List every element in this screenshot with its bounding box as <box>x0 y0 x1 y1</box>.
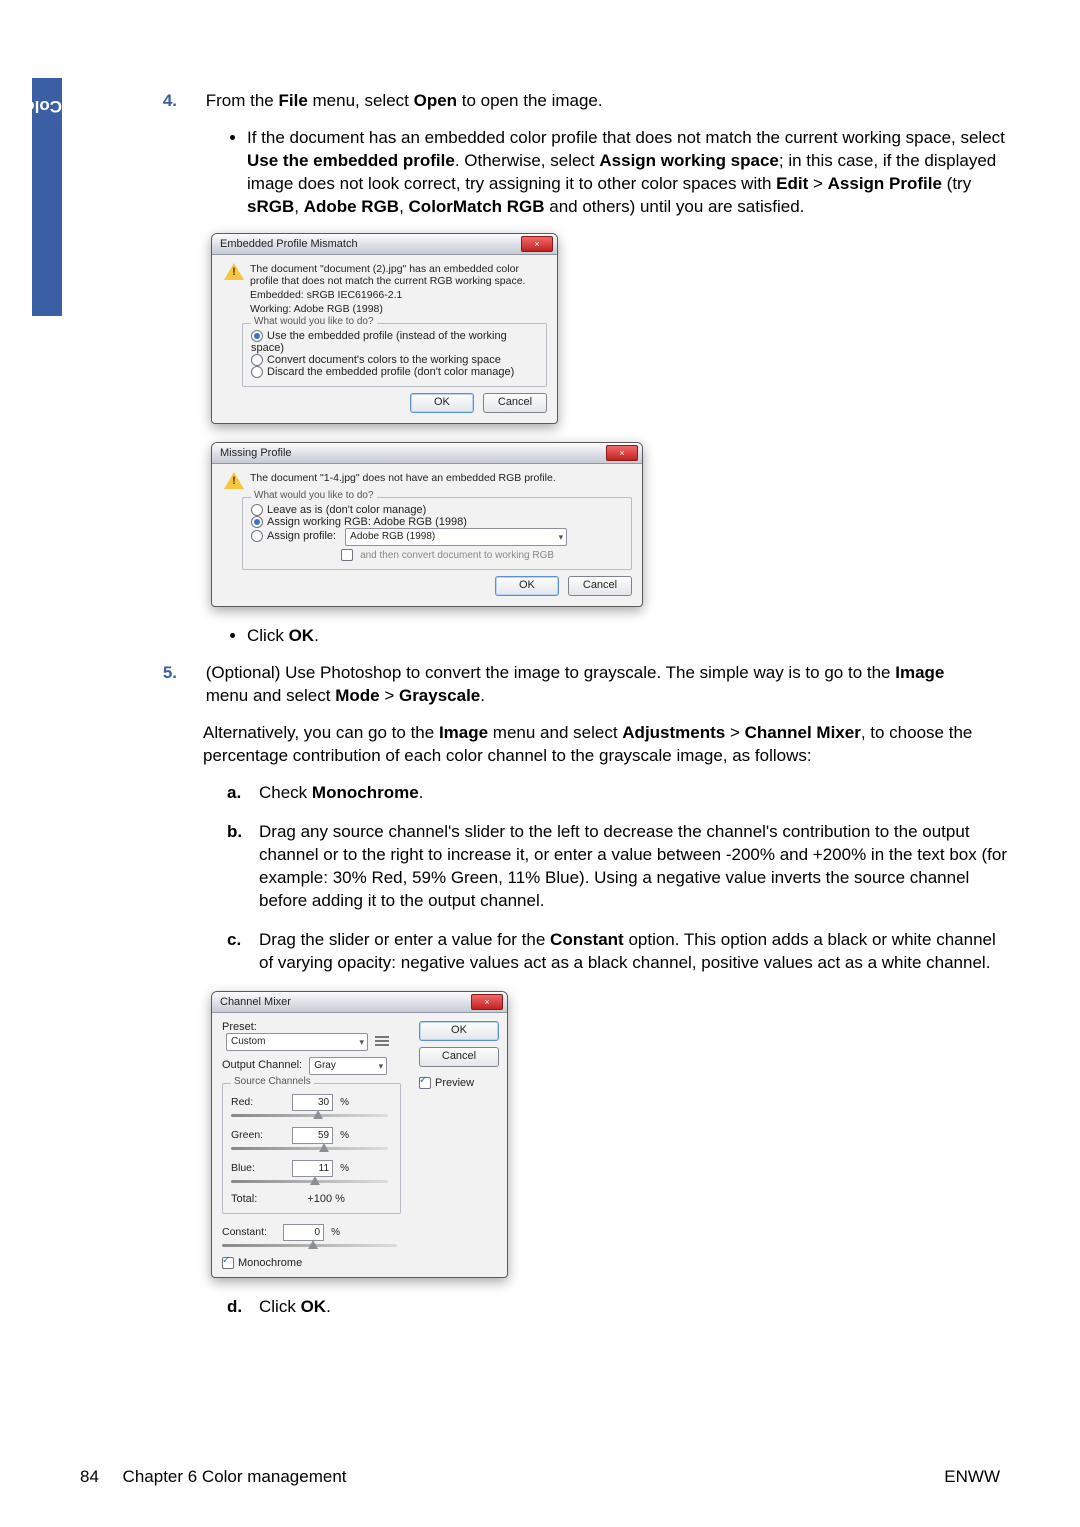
warning-icon <box>224 263 244 280</box>
step5-alt-paragraph: Alternatively, you can go to the Image m… <box>203 722 1010 768</box>
option-leave-as-is[interactable]: Leave as is (don't color manage) <box>251 504 623 516</box>
warning-icon <box>224 472 244 489</box>
dialog-title: Missing Profile <box>216 447 606 459</box>
preset-dropdown[interactable]: Custom <box>226 1033 368 1051</box>
option-discard[interactable]: Discard the embedded profile (don't colo… <box>251 366 538 378</box>
ok-button[interactable]: OK <box>419 1021 499 1041</box>
constant-input[interactable]: 0 <box>283 1224 324 1241</box>
cancel-button[interactable]: Cancel <box>483 393 547 413</box>
channel-mixer-dialog: Channel Mixer × Preset: Custom Output Ch… <box>211 991 508 1278</box>
convert-after-assign-checkbox[interactable] <box>341 549 353 561</box>
option-assign-working-rgb[interactable]: Assign working RGB: Adobe RGB (1998) <box>251 516 623 528</box>
close-button[interactable]: × <box>471 994 503 1010</box>
cancel-button[interactable]: Cancel <box>568 576 632 596</box>
embedded-profile-mismatch-dialog: Embedded Profile Mismatch × The document… <box>211 233 558 424</box>
step-number: 5. <box>77 662 177 685</box>
green-slider[interactable] <box>231 1147 388 1150</box>
page-footer: 84 Chapter 6 Color management ENWW <box>80 1467 1000 1487</box>
red-input[interactable]: 30 <box>292 1094 333 1111</box>
preset-menu-icon[interactable] <box>375 1035 389 1047</box>
chapter-label: Chapter 6 Color management <box>123 1467 347 1486</box>
monochrome-checkbox[interactable]: Monochrome <box>222 1257 401 1269</box>
working-profile-row: Working: Adobe RGB (1998) <box>250 303 547 315</box>
step-number: 4. <box>77 90 177 113</box>
dialog-title: Channel Mixer <box>216 996 471 1008</box>
option-convert[interactable]: Convert document's colors to the working… <box>251 354 538 366</box>
embedded-profile-row: Embedded: sRGB IEC61966-2.1 <box>250 289 547 301</box>
constant-slider[interactable] <box>222 1244 397 1247</box>
step-5: 5. (Optional) Use Photoshop to convert t… <box>77 662 1010 708</box>
page-number: 84 <box>80 1467 99 1486</box>
red-slider[interactable] <box>231 1114 388 1117</box>
footer-brand: ENWW <box>944 1467 1000 1487</box>
ok-button[interactable]: OK <box>495 576 559 596</box>
blue-input[interactable]: 11 <box>292 1160 333 1177</box>
assign-profile-dropdown[interactable]: Adobe RGB (1998) <box>345 528 567 546</box>
green-input[interactable]: 59 <box>292 1127 333 1144</box>
output-channel-dropdown[interactable]: Gray <box>309 1057 387 1075</box>
step4-bullet-2: Click OK. <box>247 625 1010 648</box>
close-button[interactable]: × <box>521 236 553 252</box>
cancel-button[interactable]: Cancel <box>419 1047 499 1067</box>
blue-row: Blue: 11 % <box>231 1160 392 1183</box>
close-button[interactable]: × <box>606 445 638 461</box>
sub-d: d. Click OK. <box>227 1296 1010 1319</box>
sub-a: a. Check Monochrome. <box>227 782 1010 805</box>
ok-button[interactable]: OK <box>410 393 474 413</box>
green-row: Green: 59 % <box>231 1127 392 1150</box>
blue-slider[interactable] <box>231 1180 388 1183</box>
dialog-message: The document "1-4.jpg" does not have an … <box>250 472 556 489</box>
sub-c: c. Drag the slider or enter a value for … <box>227 929 1010 975</box>
dialog-message: The document "document (2).jpg" has an e… <box>250 263 547 287</box>
constant-row: Constant: 0 % <box>222 1224 401 1247</box>
sub-b: b. Drag any source channel's slider to t… <box>227 821 1010 913</box>
preview-checkbox[interactable]: Preview <box>419 1077 499 1089</box>
red-row: Red: 30 % <box>231 1094 392 1117</box>
missing-profile-dialog: Missing Profile × The document "1-4.jpg"… <box>211 442 643 607</box>
section-tab: Color management <box>32 78 62 316</box>
option-use-embedded[interactable]: Use the embedded profile (instead of the… <box>251 330 538 354</box>
step-4: 4. From the File menu, select Open to op… <box>77 90 1010 113</box>
step4-bullet-1: If the document has an embedded color pr… <box>247 127 1010 219</box>
section-tab-label: Color management <box>0 86 62 116</box>
option-assign-profile[interactable]: Assign profile: Adobe RGB (1998) <box>251 528 623 546</box>
dialog-title: Embedded Profile Mismatch <box>216 238 521 250</box>
